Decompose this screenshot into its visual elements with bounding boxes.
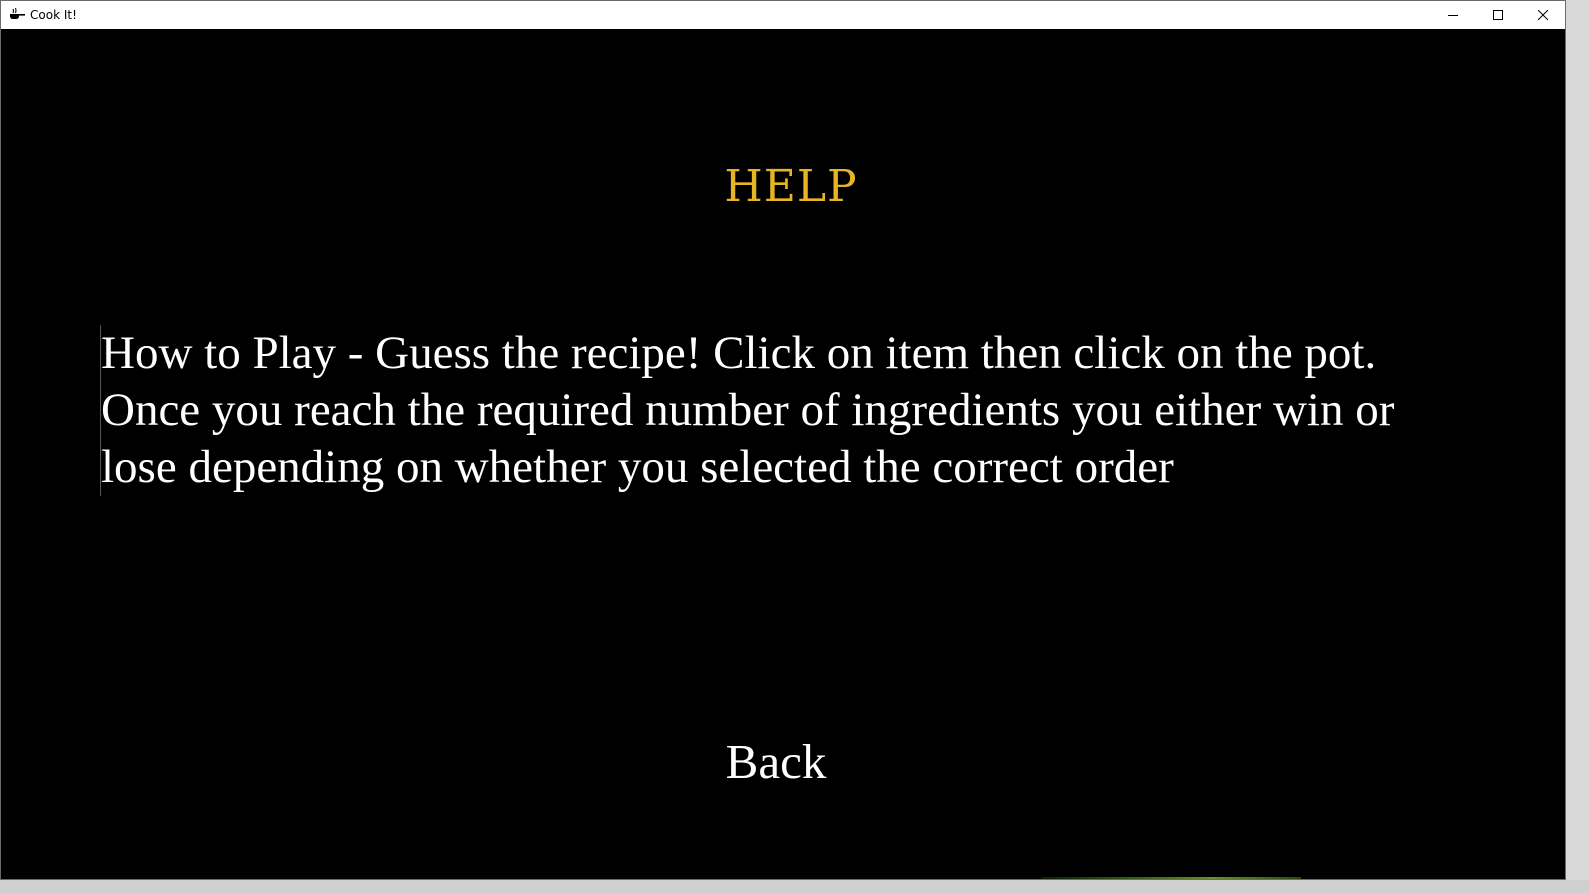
back-button[interactable]: Back (701, 731, 851, 793)
close-button[interactable] (1520, 1, 1565, 29)
frying-pan-icon (9, 7, 25, 21)
maximize-button[interactable] (1475, 1, 1520, 29)
help-instructions: How to Play - Guess the recipe! Click on… (100, 325, 1471, 496)
desktop-background-right (1566, 0, 1589, 893)
title-bar[interactable]: Cook It! (1, 1, 1565, 29)
app-window: Cook It! HELP How to Play - Guess the re… (0, 0, 1566, 880)
background-scenery-edge (1041, 877, 1301, 879)
window-title: Cook It! (30, 8, 77, 22)
minimize-icon (1447, 10, 1458, 20)
maximize-icon (1492, 10, 1503, 20)
minimize-button[interactable] (1430, 1, 1475, 29)
desktop-background-bottom (0, 880, 1589, 893)
help-screen: HELP How to Play - Guess the recipe! Cli… (1, 29, 1565, 879)
page-title: HELP (724, 161, 858, 212)
close-icon (1537, 10, 1548, 20)
